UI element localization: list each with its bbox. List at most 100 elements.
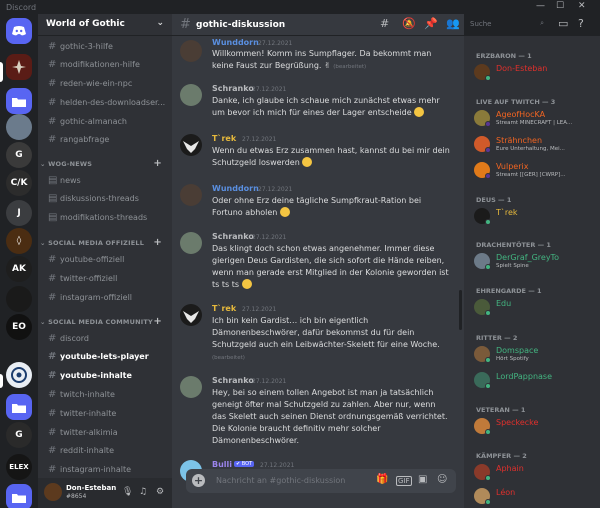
message-author[interactable]: Schranko <box>212 376 254 385</box>
channel-item[interactable]: # reden-wie-ein-npc <box>44 75 168 91</box>
member-item[interactable]: Léon <box>474 486 600 508</box>
server-gothic-icon[interactable] <box>6 54 32 80</box>
channel-item[interactable]: # modifikationen-hilfe <box>44 56 168 72</box>
avatar[interactable] <box>180 84 202 106</box>
member-item[interactable]: Speckecke <box>474 416 600 438</box>
member-item[interactable]: Edu <box>474 297 600 319</box>
member-item[interactable]: LordPappnase <box>474 370 600 392</box>
server-hook-icon[interactable]: J <box>6 200 32 226</box>
help-icon[interactable]: ? <box>578 17 584 30</box>
member-item[interactable]: Strähnchen Eure Unterhaltung, Mei... <box>474 134 600 156</box>
add-channel-icon[interactable]: + <box>153 316 162 327</box>
add-channel-icon[interactable]: + <box>153 237 162 248</box>
chevron-down-icon[interactable]: ⌄ <box>156 18 164 28</box>
channel-item[interactable]: # discord <box>44 330 168 346</box>
channel-item[interactable]: # twitter-alkimia <box>44 424 168 440</box>
announcement-icon: ▤ <box>48 174 58 186</box>
server-ck-icon[interactable]: C/K <box>6 170 32 196</box>
category-social-community[interactable]: ⌄ SOCIAL MEDIA COMMUNITY + <box>40 316 170 327</box>
channel-item[interactable]: # gothic-almanach <box>44 113 168 129</box>
mute-icon[interactable]: 🎙 <box>122 487 133 497</box>
member-item[interactable]: Domspace Hört Spotify <box>474 344 600 366</box>
channel-item[interactable]: # twitter-offiziell <box>44 270 168 286</box>
channel-item[interactable]: # reddit-inhalte <box>44 442 168 458</box>
discord-home-icon[interactable] <box>6 18 32 44</box>
message-author[interactable]: T`rek <box>212 134 236 143</box>
channel-item-unread[interactable]: # youtube-lets-player <box>44 348 168 364</box>
server-rune-icon[interactable]: ◊ <box>6 228 32 254</box>
server-eye-icon[interactable] <box>6 362 32 388</box>
server-ak-icon[interactable]: AK <box>6 256 32 282</box>
message-composer[interactable]: + Nachricht an #gothic-diskussion 🎁 GIF … <box>186 469 456 493</box>
inbox-icon[interactable]: ▭ <box>558 17 568 30</box>
channel-item-unread[interactable]: # youtube-inhalte <box>44 367 168 383</box>
server-knight-icon[interactable] <box>6 286 32 312</box>
message-input[interactable]: Nachricht an #gothic-diskussion <box>216 476 345 485</box>
channel-item[interactable]: # gothic-3-hilfe <box>44 38 168 54</box>
avatar[interactable] <box>180 134 202 156</box>
channel-item[interactable]: ▤ diskussions-threads <box>44 190 168 206</box>
channel-item[interactable]: # twitter-inhalte <box>44 405 168 421</box>
avatar[interactable] <box>180 232 202 254</box>
category-social-offiziell[interactable]: ⌄ SOCIAL MEDIA OFFIZIELL + <box>40 237 170 248</box>
close-button[interactable]: ✕ <box>578 1 586 11</box>
member-item[interactable]: T`rek <box>474 206 600 228</box>
avatar[interactable] <box>180 304 202 326</box>
emoji-picker-icon[interactable]: ☺ <box>437 474 447 485</box>
hash-icon: # <box>48 96 57 108</box>
status-online-icon <box>485 499 491 505</box>
channel-item[interactable]: # instagram-inhalte <box>44 461 168 477</box>
message-author[interactable]: Wunddorn <box>212 184 259 193</box>
bell-muted-icon[interactable]: 🔕 <box>402 17 416 30</box>
channel-item[interactable]: ▤ modifikations-threads <box>44 209 168 225</box>
member-item[interactable]: Vulperix Streamt [[GER] [CWRP]... <box>474 160 600 182</box>
message-author[interactable]: Bulli <box>212 460 232 469</box>
gift-icon[interactable]: 🎁 <box>376 474 388 485</box>
pin-icon[interactable]: 📌 <box>424 17 438 30</box>
message-author[interactable]: T`rek <box>212 304 236 313</box>
channel-item[interactable]: # youtube-offiziell <box>44 251 168 267</box>
gif-icon[interactable]: GIF <box>396 476 412 486</box>
folder-icon[interactable] <box>6 394 32 420</box>
server-g2-icon[interactable]: G <box>6 422 32 448</box>
channel-item[interactable]: # rangabfrage <box>44 131 168 147</box>
channel-item[interactable]: # helden-des-downloadser... <box>44 94 168 110</box>
server-avatar-icon[interactable] <box>6 114 32 140</box>
hash-icon: # <box>48 463 57 475</box>
member-group-label: EHRENGARDE — 1 <box>476 287 542 295</box>
headphones-icon[interactable]: ♫ <box>139 487 147 497</box>
server-elex-icon[interactable]: ELEX <box>6 454 32 480</box>
member-item[interactable]: DerGraf_GreyTo Spielt Spine <box>474 251 600 273</box>
add-attachment-icon[interactable]: + <box>192 474 205 487</box>
avatar[interactable] <box>180 184 202 206</box>
avatar[interactable] <box>180 40 202 62</box>
channel-item[interactable]: # twitch-inhalte <box>44 386 168 402</box>
members-icon[interactable]: 👥 <box>446 17 460 30</box>
message-author[interactable]: Wunddorn <box>212 38 259 47</box>
member-item[interactable]: Don-Esteban <box>474 62 600 84</box>
server-eo-icon[interactable]: EO <box>6 314 32 340</box>
channel-item[interactable]: # instagram-offiziell <box>44 289 168 305</box>
folder-icon[interactable] <box>6 484 32 508</box>
member-item[interactable]: Aphain <box>474 462 600 484</box>
message-timestamp: 27.12.2021 <box>252 86 287 93</box>
chat-scrollbar[interactable] <box>459 290 462 330</box>
message-author[interactable]: Schranko <box>212 232 254 241</box>
minimize-button[interactable]: — <box>536 1 545 11</box>
add-channel-icon[interactable]: + <box>153 158 162 169</box>
avatar[interactable] <box>44 483 62 501</box>
search-input[interactable]: Suche ⌕ <box>466 18 548 32</box>
avatar[interactable] <box>180 376 202 398</box>
message-author[interactable]: Schranko <box>212 84 254 93</box>
threads-icon[interactable]: # <box>380 17 389 30</box>
folder-icon[interactable] <box>6 88 32 114</box>
server-g-icon[interactable]: G <box>6 142 32 168</box>
guild-header[interactable]: World of Gothic ⌄ <box>38 14 172 36</box>
channel-item[interactable]: ▤ news <box>44 172 168 188</box>
sticker-icon[interactable]: ▣ <box>418 474 427 485</box>
gear-icon[interactable]: ⚙ <box>156 487 164 497</box>
grin-emoji-icon <box>279 207 290 217</box>
category-wog-news[interactable]: ⌄ WOG-NEWS + <box>40 158 170 169</box>
member-item[interactable]: AgeofHocKA Streamt MINECRAFT | LEA... <box>474 108 600 130</box>
maximize-button[interactable]: ☐ <box>556 1 564 11</box>
